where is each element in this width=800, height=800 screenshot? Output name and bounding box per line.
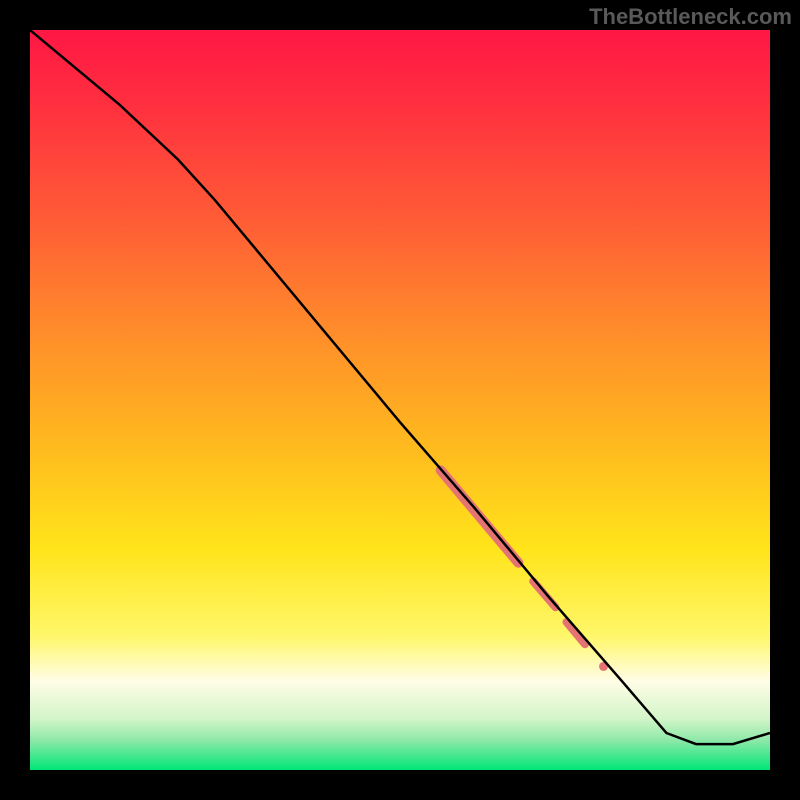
highlight-segment [533, 581, 555, 607]
plot-area [30, 30, 770, 770]
highlight-group [441, 470, 608, 671]
chart-overlay [30, 30, 770, 770]
highlight-segment [567, 622, 586, 644]
curve-line [30, 30, 770, 744]
watermark-text: TheBottleneck.com [589, 4, 792, 30]
